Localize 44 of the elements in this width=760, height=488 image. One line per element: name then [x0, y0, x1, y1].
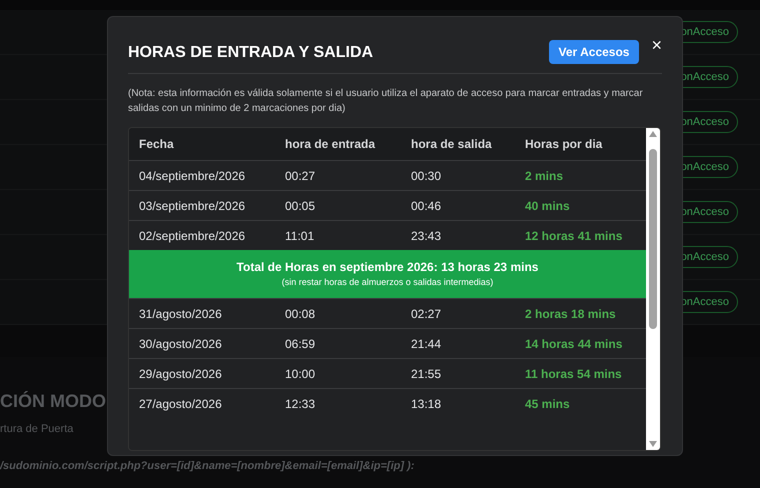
- table-cell: 29/agosto/2026: [139, 366, 222, 380]
- table-cell: 03/septiembre/2026: [139, 198, 246, 212]
- table-cell: 2 horas 18 mins: [525, 306, 616, 320]
- column-header: Fecha: [139, 137, 174, 151]
- table-cell: 10:00: [285, 366, 316, 380]
- scrollbar-thumb[interactable]: [649, 149, 657, 329]
- section-heading: CIÓN MODO: [0, 390, 106, 413]
- table-cell: 21:44: [411, 336, 442, 350]
- section-label: rtura de Puerta: [0, 422, 74, 437]
- column-header: Horas por dia: [525, 137, 602, 151]
- table-cell: 31/agosto/2026: [139, 306, 222, 320]
- table-cell: 00:46: [411, 198, 442, 212]
- scroll-down-icon[interactable]: [648, 440, 658, 448]
- note-text: (Nota: esta información es válida solamente si el usuario utiliza el aparato de acceso para marcar entradas y marcar salidas con un minimo de 2 marcaciones por dia): [128, 87, 644, 116]
- table-cell: 12:33: [285, 396, 316, 410]
- column-header: hora de salida: [411, 137, 492, 151]
- close-button[interactable]: ×: [651, 36, 662, 52]
- table-cell: 27/agosto/2026: [139, 396, 222, 410]
- modal-title: HORAS DE ENTRADA Y SALIDA: [128, 43, 374, 63]
- table-cell: 2 mins: [525, 168, 564, 182]
- table-cell: 00:08: [285, 306, 316, 320]
- view-access-button[interactable]: Ver Accesos: [548, 40, 640, 64]
- table-cell: 13:18: [411, 396, 442, 410]
- table-cell: 06:59: [285, 336, 316, 350]
- total-note: (sin restar horas de almuerzos o salidas intermedias): [282, 276, 494, 289]
- table-cell: 40 mins: [525, 198, 570, 212]
- table-cell: 11:01: [285, 228, 314, 242]
- total-text: Total de Horas en septiembre 2026: 13 horas 23 mins: [236, 259, 538, 275]
- table-cell: 23:43: [411, 228, 442, 242]
- table-cell: 00:30: [411, 168, 442, 182]
- table-cell: 21:55: [411, 366, 442, 380]
- table-cell: 30/agosto/2026: [139, 336, 222, 350]
- table-cell: 45 mins: [525, 396, 570, 410]
- scroll-up-icon[interactable]: [648, 130, 658, 138]
- table-cell: 04/septiembre/2026: [139, 168, 246, 182]
- column-header: hora de entrada: [285, 137, 376, 151]
- table-cell: 02:27: [411, 306, 442, 320]
- scrollbar[interactable]: [646, 128, 660, 450]
- table-cell: 02/septiembre/2026: [139, 228, 246, 242]
- table-cell: 00:27: [285, 168, 316, 182]
- table-cell: 00:05: [285, 198, 316, 212]
- table-cell: 14 horas 44 mins: [525, 336, 622, 350]
- table-cell: 11 horas 54 mins: [525, 366, 622, 380]
- table-cell: 12 horas 41 mins: [525, 228, 622, 242]
